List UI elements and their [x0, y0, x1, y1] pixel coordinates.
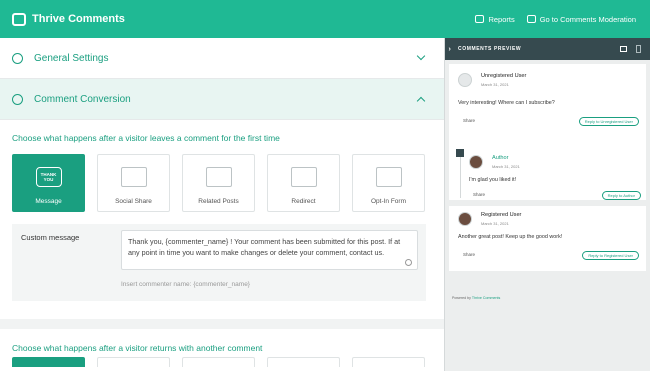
thumbs-up-share-icon — [120, 167, 147, 187]
option-opt-in-form[interactable]: Opt-In Form — [352, 154, 425, 212]
related-posts-icon — [205, 167, 232, 187]
option-label: Opt-In Form — [370, 198, 407, 205]
first-comment-question: Choose what happens after a visitor leav… — [12, 133, 280, 143]
option-message[interactable]: THANK YOU Message — [12, 154, 85, 212]
return-option[interactable] — [12, 357, 85, 367]
share-dropdown[interactable]: Share — [463, 118, 475, 123]
option-label: Social Share — [115, 198, 152, 205]
return-option[interactable] — [97, 357, 170, 367]
section-divider — [0, 319, 444, 329]
option-label: Related Posts — [198, 198, 239, 205]
preview-comment: Unregistered User March 31, 2021 Very in… — [449, 64, 646, 200]
comment-user: Author — [492, 155, 509, 161]
option-label: Redirect — [291, 198, 316, 205]
return-option[interactable] — [352, 357, 425, 367]
chevron-down-icon[interactable] — [416, 51, 426, 61]
nested-reply: Author March 31, 2021 I'm glad you liked… — [460, 155, 647, 200]
return-option[interactable] — [267, 357, 340, 367]
link-edit-icon[interactable] — [405, 259, 412, 266]
preview-title: COMMENTS PREVIEW — [458, 46, 522, 52]
comment-date: March 31, 2021 — [492, 164, 520, 169]
custom-message-text: Thank you, {commenter_name} ! Your comme… — [128, 237, 401, 257]
top-bar: Thrive Comments Reports Go to Comments M… — [0, 0, 650, 38]
moderation-link[interactable]: Go to Comments Moderation — [526, 14, 636, 24]
return-comment-question: Choose what happens after a visitor retu… — [12, 343, 263, 353]
share-dropdown[interactable]: Share — [473, 192, 485, 197]
section-label: Comment Conversion — [34, 93, 131, 105]
brand: Thrive Comments — [12, 12, 125, 26]
share-dropdown[interactable]: Share — [463, 252, 475, 257]
comment-date: March 31, 2021 — [481, 221, 509, 226]
brand-title: Thrive Comments — [32, 13, 125, 25]
moderation-label: Go to Comments Moderation — [539, 14, 636, 24]
gear-icon — [12, 52, 23, 64]
comments-preview: › COMMENTS PREVIEW Unregistered User Mar… — [444, 38, 650, 371]
powered-prefix: Powered by — [452, 296, 471, 300]
section-comment-conversion[interactable]: Comment Conversion — [0, 79, 444, 120]
insert-commenter-hint: Insert commenter name: {commenter_name} — [121, 281, 250, 288]
comment-date: March 31, 2021 — [481, 82, 509, 87]
section-general-settings[interactable]: General Settings — [0, 38, 444, 79]
comment-text: Another great post! Keep up the good wor… — [458, 234, 563, 240]
avatar — [458, 73, 472, 87]
moderation-icon — [526, 15, 536, 23]
option-social-share[interactable]: Social Share — [97, 154, 170, 212]
thank-you-bubble-icon: THANK YOU — [35, 167, 62, 187]
reports-link[interactable]: Reports — [475, 14, 515, 24]
conversion-options: THANK YOU Message Social Share Related P… — [0, 154, 444, 212]
chevron-right-icon[interactable]: › — [445, 38, 455, 60]
chevron-up-icon[interactable] — [416, 96, 426, 106]
preview-comment: Registered User March 31, 2021 Another g… — [449, 206, 646, 271]
settings-panel: General Settings Comment Conversion Choo… — [0, 38, 444, 371]
comment-user: Registered User — [481, 212, 522, 218]
section-label: General Settings — [34, 52, 109, 64]
custom-message-panel: Custom message Thank you, {commenter_nam… — [12, 224, 426, 301]
comment-text: I'm glad you liked it! — [469, 177, 517, 183]
desktop-icon[interactable] — [620, 46, 627, 52]
reply-button[interactable]: Reply to Author — [601, 191, 641, 200]
preview-header: › COMMENTS PREVIEW — [445, 38, 650, 60]
option-label: Message — [35, 198, 62, 205]
powered-link[interactable]: Thrive Comments — [472, 296, 500, 300]
reports-label: Reports — [488, 14, 515, 24]
reports-icon — [475, 15, 485, 23]
redirect-globe-icon — [290, 167, 317, 187]
comment-text: Very interesting! Where can I subscribe? — [458, 100, 555, 106]
custom-message-input[interactable]: Thank you, {commenter_name} ! Your comme… — [121, 230, 418, 270]
option-redirect[interactable]: Redirect — [267, 154, 340, 212]
opt-in-form-icon — [375, 167, 402, 187]
return-options — [0, 357, 444, 367]
option-related-posts[interactable]: Related Posts — [182, 154, 255, 212]
custom-message-label: Custom message — [21, 233, 80, 242]
comment-user: Unregistered User — [481, 73, 527, 79]
avatar — [458, 212, 472, 226]
mobile-icon[interactable] — [636, 45, 641, 53]
comments-logo-icon — [12, 12, 26, 26]
powered-by: Powered by Thrive Comments — [452, 296, 500, 300]
reply-button[interactable]: Reply to Registered User — [582, 251, 639, 260]
reply-button[interactable]: Reply to Unregistered User — [578, 117, 639, 126]
return-option[interactable] — [182, 357, 255, 367]
avatar — [469, 155, 483, 169]
pencil-icon[interactable] — [456, 149, 464, 157]
conversion-icon — [12, 93, 23, 105]
